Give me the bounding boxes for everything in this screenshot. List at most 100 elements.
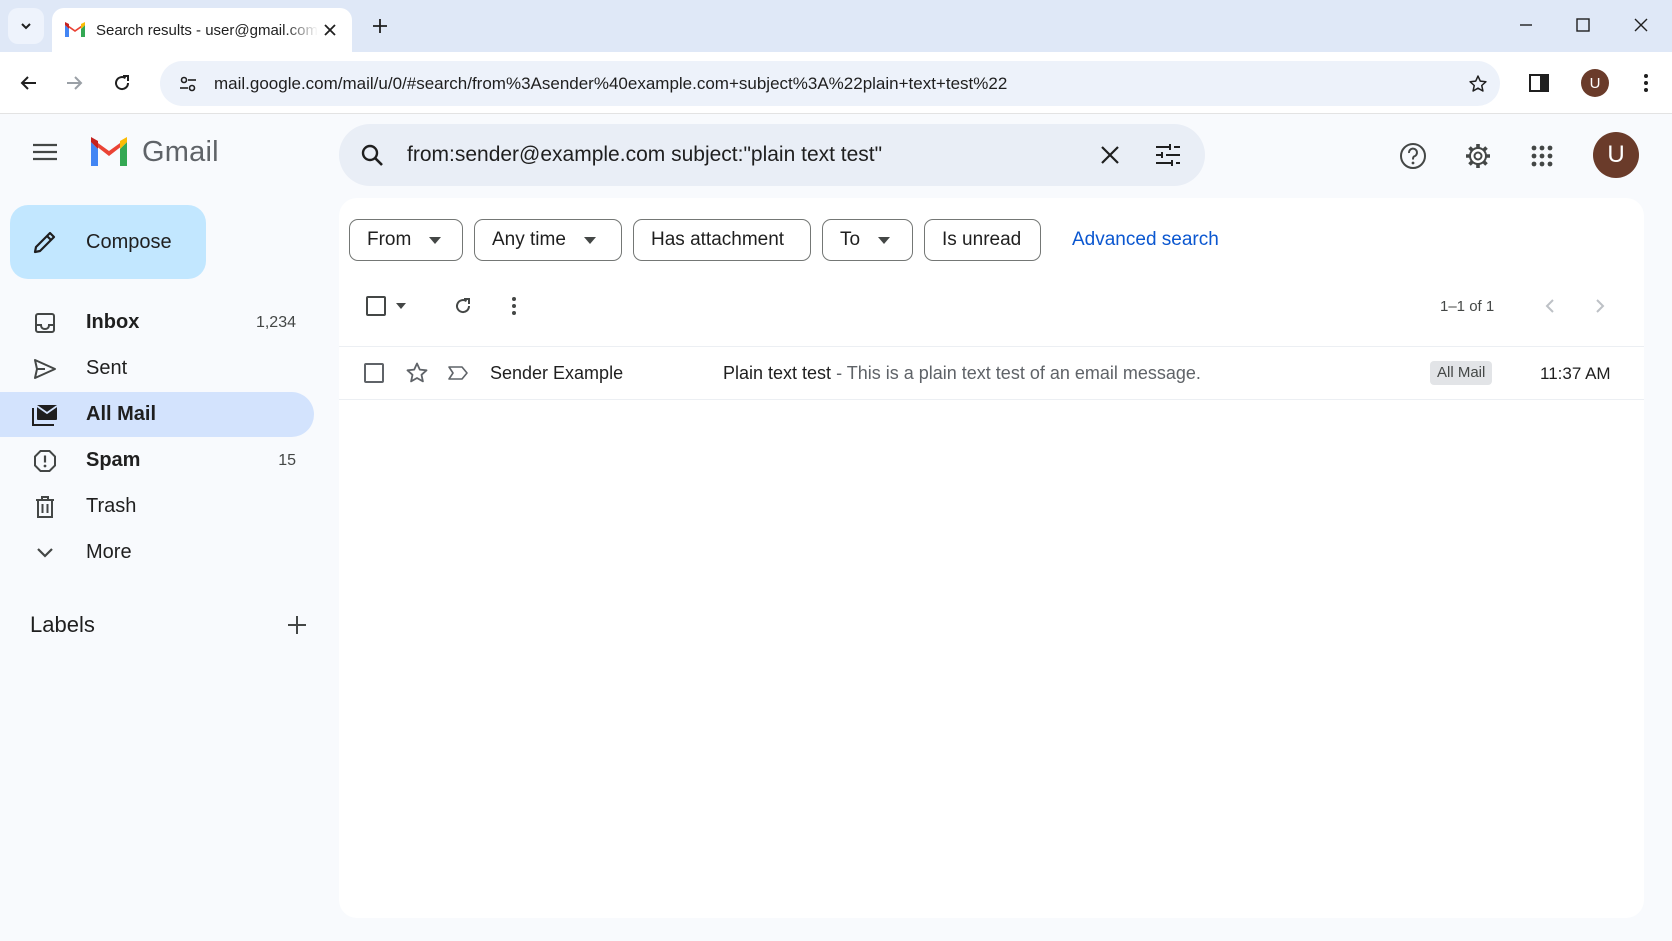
results-range: 1–1 of 1 [1440,298,1495,315]
email-row[interactable]: Sender Example Plain text test - This is… [339,346,1644,400]
dropdown-caret-icon [583,236,596,244]
search-icon[interactable] [339,124,405,186]
email-time: 11:37 AM [1540,364,1611,383]
account-avatar[interactable]: U [1593,132,1639,178]
gmail-m-icon [88,136,130,168]
nav-item-more[interactable]: More [0,530,314,575]
search-options-icon[interactable] [1139,124,1197,186]
advanced-search-link[interactable]: Advanced search [1072,229,1219,251]
arrow-right-icon [64,73,84,93]
minimize-button[interactable] [1506,8,1546,42]
side-panel-icon [1529,74,1549,92]
inbox-icon [32,310,58,336]
dropdown-caret-icon [429,236,442,244]
compose-button[interactable]: Compose [10,205,206,279]
nav-item-trash[interactable]: Trash [0,484,314,529]
gmail-favicon-icon [64,21,86,39]
close-window-button[interactable] [1621,8,1661,42]
refresh-button[interactable] [443,286,483,326]
gmail-logo-text: Gmail [142,135,219,168]
profile-button[interactable]: U [1579,67,1611,99]
older-button[interactable] [1582,288,1618,324]
tab-title: Search results - user@gmail.com [96,21,318,39]
nav-label: Sent [86,357,128,379]
nav-item-spam[interactable]: Spam 15 [0,438,314,483]
caret-down-icon [396,303,406,309]
address-bar[interactable]: mail.google.com/mail/u/0/#search/from%3A… [160,61,1500,106]
mail-nav: Inbox 1,234 Sent All Mail Spam 15 Trash … [0,300,314,576]
chip-label: To [840,229,861,250]
tab-search-button[interactable] [8,8,44,44]
bookmark-star-icon[interactable] [1456,61,1500,106]
browser-menu-button[interactable] [1630,67,1662,99]
nav-label: More [86,541,132,563]
more-actions-button[interactable] [496,286,532,326]
side-panel-button[interactable] [1523,67,1555,99]
all-mail-icon [32,402,58,428]
filter-chip-any-time[interactable]: Any time [474,219,622,261]
mail-search-bar[interactable]: from:sender@example.com subject:"plain t… [339,124,1205,186]
compose-label: Compose [86,230,172,253]
settings-gear-icon[interactable] [1458,136,1498,176]
close-icon [1634,18,1648,32]
maximize-icon [1576,18,1590,32]
labels-header: Labels [30,608,314,642]
help-icon[interactable] [1393,136,1433,176]
close-tab-icon[interactable] [318,18,342,42]
chip-label: Any time [492,229,566,250]
main-menu-button[interactable] [28,135,62,169]
chevron-down-icon [19,19,33,33]
maximize-button[interactable] [1563,8,1603,42]
chevron-left-icon [1545,298,1555,314]
importance-marker-icon[interactable] [444,359,472,387]
hamburger-menu-icon [33,143,57,161]
action-toolbar: 1–1 of 1 [339,278,1644,334]
newer-button[interactable] [1532,288,1568,324]
main-panel: From Any time Has attachment To Is unrea… [339,198,1644,918]
pencil-icon [32,229,58,255]
nav-label: Inbox [86,311,140,333]
nav-item-sent[interactable]: Sent [0,346,314,391]
spam-icon [32,448,58,474]
send-icon [32,356,58,382]
filter-chip-from[interactable]: From [349,219,463,261]
apps-grid-icon[interactable] [1522,136,1562,176]
reload-icon [112,73,132,93]
clear-search-icon[interactable] [1081,124,1139,186]
row-checkbox[interactable] [364,363,384,383]
gmail-logo[interactable]: Gmail [88,130,219,174]
chip-label: Has attachment [651,229,785,250]
nav-item-inbox[interactable]: Inbox 1,234 [0,300,314,345]
filter-chip-to[interactable]: To [822,219,913,261]
forward-button[interactable] [58,67,90,99]
site-info-icon[interactable] [166,61,210,106]
more-vert-icon [511,296,517,316]
more-vert-icon [1643,73,1649,93]
select-all-dropdown[interactable] [361,286,411,326]
checkbox-icon [366,296,386,316]
search-input[interactable]: from:sender@example.com subject:"plain t… [405,143,1081,167]
reload-button[interactable] [106,67,138,99]
email-label-badge[interactable]: All Mail [1430,361,1493,385]
email-subject: Plain text test [723,363,832,383]
new-tab-button[interactable] [366,12,394,40]
back-button[interactable] [13,67,45,99]
profile-avatar: U [1581,69,1609,97]
browser-toolbar: mail.google.com/mail/u/0/#search/from%3A… [0,52,1672,114]
minimize-icon [1519,18,1533,32]
chip-label: From [367,229,412,250]
nav-item-all-mail[interactable]: All Mail [0,392,314,437]
nav-count: 1,234 [255,313,296,331]
browser-tab[interactable]: Search results - user@gmail.com [52,8,352,52]
nav-label: All Mail [86,403,157,425]
email-subject-line: Plain text test - This is a plain text t… [723,363,1201,384]
url-text: mail.google.com/mail/u/0/#search/from%3A… [214,73,1008,93]
nav-label: Spam [86,449,141,471]
add-label-icon[interactable] [280,608,314,642]
nav-count: 15 [278,451,296,469]
star-icon[interactable] [403,359,431,387]
email-sender: Sender Example [490,363,624,383]
filter-chip-is-unread[interactable]: Is unread [924,219,1041,261]
filter-chip-has-attachment[interactable]: Has attachment [633,219,811,261]
plus-icon [372,18,388,34]
